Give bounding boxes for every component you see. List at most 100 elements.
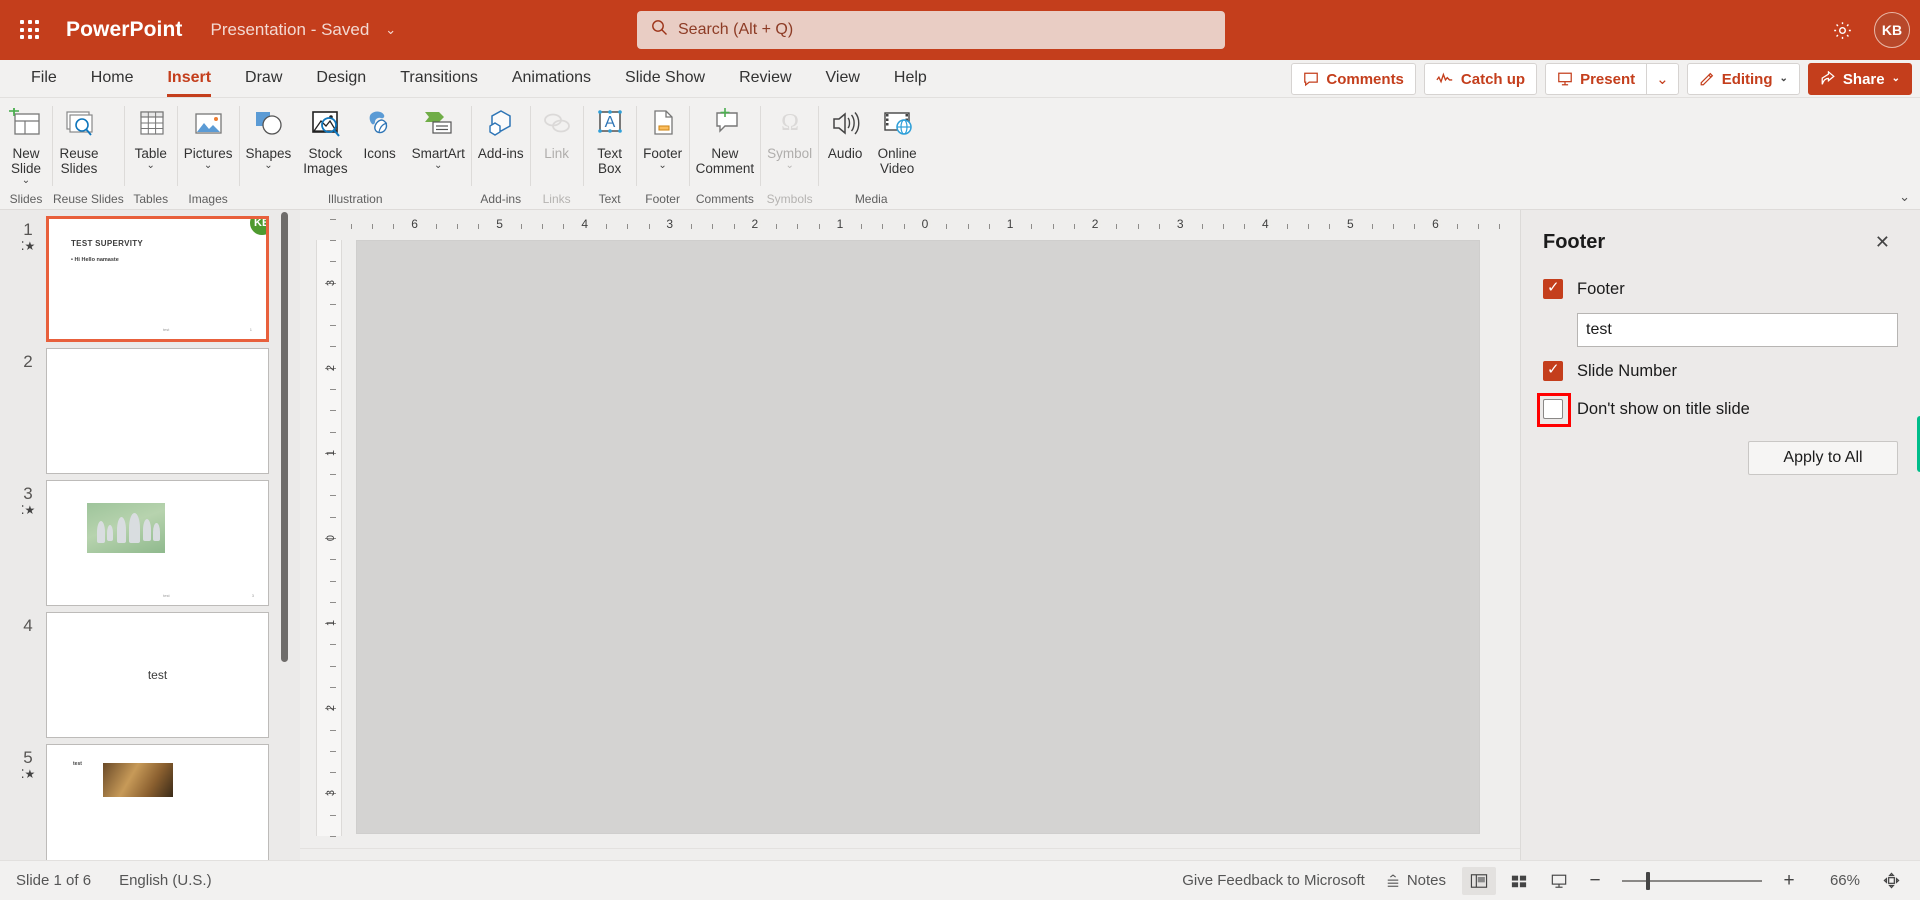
ribbon-button-icons[interactable]: Icons — [354, 102, 406, 163]
ruler-label: 4 — [1259, 217, 1271, 231]
present-button[interactable]: Present — [1545, 63, 1647, 95]
tab-draw[interactable]: Draw — [228, 59, 299, 97]
zoom-value-label[interactable]: 66% — [1808, 872, 1860, 889]
chevron-down-icon[interactable]: ⌄ — [264, 161, 272, 171]
ribbon-button-reuse-slides[interactable]: Reuse Slides — [53, 102, 105, 178]
ribbon-button-footer[interactable]: Footer ⌄ — [637, 102, 689, 173]
search-input[interactable]: Search (Alt + Q) — [637, 11, 1225, 49]
slide-thumbnail-3[interactable]: test 3 — [46, 480, 269, 606]
notes-button[interactable]: Notes — [1385, 872, 1446, 889]
chevron-down-icon[interactable]: ⌄ — [204, 161, 212, 171]
tab-insert[interactable]: Insert — [150, 59, 228, 97]
chevron-down-icon[interactable]: ⌄ — [22, 176, 30, 186]
slide-thumbnail-1[interactable]: TEST SUPERVITY • Hi Hello namaste test 1 KB — [46, 216, 269, 342]
zoom-out-button[interactable]: − — [1582, 870, 1608, 892]
slide-thumbnail-row[interactable]: 1 ⁚★ TEST SUPERVITY • Hi Hello namaste test 1… — [0, 210, 300, 342]
avatar[interactable]: KB — [1874, 12, 1910, 48]
ribbon-button-text-box[interactable]: A Text Box — [584, 102, 636, 178]
collaborator-avatar[interactable]: KB — [249, 219, 266, 236]
zoom-slider[interactable] — [1622, 867, 1762, 895]
app-launcher-waffle-icon[interactable] — [8, 8, 52, 52]
ribbon-toolbar: New Slide ⌄ Slides Reuse Slides Reuse Slides… — [0, 98, 1920, 210]
chevron-down-icon[interactable]: ⌄ — [434, 161, 442, 171]
feedback-link[interactable]: Give Feedback to Microsoft — [1182, 872, 1365, 889]
thumbnail-scrollbar[interactable] — [279, 210, 290, 860]
slide-thumbnail-row[interactable]: 2 — [0, 342, 300, 474]
share-button[interactable]: Share ⌄ — [1807, 63, 1912, 95]
slide-thumbnail-5[interactable]: test — [46, 744, 269, 860]
ribbon-group-items: Ω Symbol ⌄ — [761, 98, 818, 192]
slide-thumbnail-2[interactable] — [46, 348, 269, 474]
ribbon-button-label: New Slide — [10, 146, 42, 176]
ruler-tick-minor — [457, 224, 459, 229]
dont-show-on-title-slide-checkbox[interactable] — [1537, 393, 1571, 427]
ruler-label: 2 — [1089, 217, 1101, 231]
slide-sorter-icon[interactable] — [1502, 867, 1536, 895]
footer-checkbox-row[interactable]: Footer — [1543, 278, 1898, 299]
ribbon-group-add-ins: Add-ins Add-ins — [472, 98, 530, 210]
ribbon-button-table[interactable]: Table ⌄ — [125, 102, 177, 173]
footer-checkbox[interactable] — [1543, 278, 1563, 299]
ribbon-button-label: Shapes — [245, 146, 292, 161]
gear-icon[interactable] — [1824, 12, 1860, 48]
tab-file[interactable]: File — [14, 59, 74, 97]
comments-button[interactable]: Comments — [1291, 63, 1416, 95]
ribbon-button-label: Reuse Slides — [59, 146, 99, 176]
vruler-tick-minor — [330, 346, 336, 348]
ribbon-button-new-slide[interactable]: New Slide ⌄ — [0, 102, 52, 188]
thumbnail-meta: 2 — [10, 348, 46, 372]
tab-view[interactable]: View — [809, 59, 877, 97]
fit-slide-icon[interactable] — [1874, 867, 1908, 895]
tab-slide-show[interactable]: Slide Show — [608, 59, 722, 97]
document-title[interactable]: Presentation - Saved — [211, 20, 370, 40]
present-dropdown-arrow[interactable]: ⌄ — [1646, 63, 1679, 95]
normal-view-icon[interactable] — [1462, 866, 1496, 895]
language-label[interactable]: English (U.S.) — [119, 872, 212, 889]
chevron-down-icon[interactable]: ⌄ — [385, 22, 396, 38]
ribbon-button-add-ins[interactable]: Add-ins — [472, 102, 530, 163]
ribbon-button-shapes[interactable]: Shapes ⌄ — [240, 102, 298, 173]
horizontal-scrollbar[interactable] — [300, 848, 1520, 860]
ribbon-group-label: Tables — [133, 192, 169, 206]
thumbnail-scrollbar-thumb[interactable] — [281, 212, 288, 662]
editing-button[interactable]: Editing ⌄ — [1686, 63, 1800, 95]
catch-up-button[interactable]: Catch up — [1423, 63, 1538, 95]
chevron-down-icon[interactable]: ⌄ — [1780, 74, 1788, 84]
ribbon-button-new-comment[interactable]: New Comment — [690, 102, 761, 178]
ribbon-button-pictures[interactable]: Pictures ⌄ — [178, 102, 239, 173]
ribbon-button-audio[interactable]: Audio — [819, 102, 871, 163]
slide-thumbnail-row[interactable]: 3 ⁚★ test 3 — [0, 474, 300, 606]
tab-home[interactable]: Home — [74, 59, 151, 97]
ribbon-button-stock-images[interactable]: Stock Images — [297, 102, 353, 178]
close-icon[interactable]: ✕ — [1867, 228, 1898, 257]
tab-animations[interactable]: Animations — [495, 59, 608, 97]
reading-view-icon[interactable] — [1542, 867, 1576, 895]
chevron-down-icon[interactable]: ⌄ — [147, 161, 155, 171]
slide-count-label[interactable]: Slide 1 of 6 — [16, 872, 91, 889]
reuse-slides-icon — [59, 104, 99, 144]
zoom-slider-thumb[interactable] — [1646, 871, 1650, 890]
ribbon-button-label: Link — [544, 146, 569, 161]
ruler-tick-minor — [797, 224, 799, 229]
ribbon-collapse-icon[interactable]: ⌄ — [1899, 189, 1910, 205]
slide-canvas[interactable] — [356, 240, 1480, 834]
ribbon-button-smartart[interactable]: SmartArt ⌄ — [406, 102, 471, 173]
tab-design[interactable]: Design — [299, 59, 383, 97]
slide-thumbnail-row[interactable]: 4 test — [0, 606, 300, 738]
zoom-in-button[interactable]: + — [1776, 870, 1802, 892]
slide-thumbnail-4[interactable]: test — [46, 612, 269, 738]
tab-transitions[interactable]: Transitions — [383, 59, 495, 97]
slide-number-checkbox-row[interactable]: Slide Number — [1543, 360, 1898, 381]
chevron-down-icon[interactable]: ⌄ — [1892, 74, 1900, 84]
slide-thumbnail-row[interactable]: 5 ⁚★ test — [0, 738, 300, 860]
slide-number-checkbox[interactable] — [1543, 360, 1563, 381]
tab-review[interactable]: Review — [722, 59, 808, 97]
chevron-down-icon[interactable]: ⌄ — [658, 161, 666, 171]
ribbon-button-online-video[interactable]: Online Video — [871, 102, 923, 178]
slide-thumbnail-pane[interactable]: 1 ⁚★ TEST SUPERVITY • Hi Hello namaste test 1… — [0, 210, 300, 860]
footer-text-input[interactable] — [1577, 313, 1898, 347]
apply-to-all-button[interactable]: Apply to All — [1748, 441, 1898, 475]
tab-help[interactable]: Help — [877, 59, 944, 97]
dont-show-title-slide-row[interactable]: Don't show on title slide — [1537, 393, 1898, 427]
thumbnail-number: 1 — [23, 220, 33, 239]
